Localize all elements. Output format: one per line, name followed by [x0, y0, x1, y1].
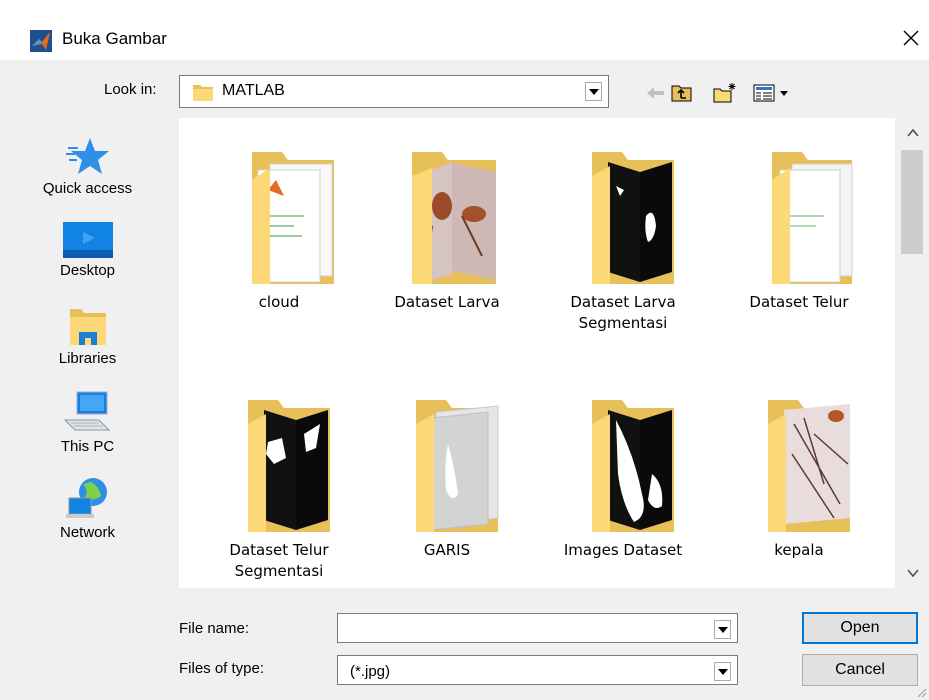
open-button[interactable]: Open: [802, 612, 918, 644]
look-in-value: MATLAB: [222, 82, 285, 99]
file-name-combobox[interactable]: [337, 613, 738, 643]
place-libraries[interactable]: Libraries: [0, 306, 175, 367]
title-bar: Buka Gambar: [0, 0, 929, 60]
computer-icon: [63, 391, 110, 431]
folder-label: cloud: [258, 293, 300, 311]
folder-icon: [592, 152, 674, 284]
file-name-input[interactable]: [342, 617, 712, 639]
matlab-logo-icon: [30, 30, 52, 52]
view-menu-icon[interactable]: [752, 82, 794, 104]
place-label: Quick access: [42, 180, 133, 197]
scroll-down-icon[interactable]: [897, 558, 929, 588]
file-name-label: File name:: [179, 620, 250, 637]
place-quick-access[interactable]: Quick access: [0, 136, 175, 197]
folder-label: Dataset Larva: [394, 293, 500, 311]
new-folder-icon[interactable]: [712, 82, 738, 104]
resize-grip-icon[interactable]: [915, 686, 927, 698]
folder-icon: [252, 152, 334, 284]
folder-icon: [193, 85, 213, 101]
chevron-down-icon[interactable]: [585, 82, 602, 101]
folder-label: Dataset Telur Segmentasi: [229, 541, 329, 580]
place-network[interactable]: Network: [0, 476, 175, 541]
look-in-dropdown[interactable]: MATLAB: [179, 75, 609, 108]
desktop-icon: [62, 222, 113, 258]
up-folder-icon[interactable]: [669, 82, 695, 104]
files-of-type-value: (*.jpg): [350, 663, 391, 680]
folder-item[interactable]: Dataset Telur: [711, 146, 887, 313]
back-arrow-icon[interactable]: [643, 82, 669, 104]
place-label: Desktop: [59, 262, 116, 279]
place-label: Network: [59, 524, 115, 541]
folder-item[interactable]: Images Dataset: [535, 394, 711, 561]
vertical-scrollbar[interactable]: [897, 118, 929, 588]
folder-icon: [248, 400, 330, 532]
file-list[interactable]: cloud Dataset Larva Dataset Larva Segmen…: [179, 118, 895, 588]
look-in-label: Look in:: [104, 81, 157, 98]
folder-icon: [412, 152, 496, 284]
folder-icon: [592, 400, 674, 532]
folder-item[interactable]: Dataset Larva: [359, 146, 535, 313]
folder-label: Images Dataset: [563, 541, 683, 559]
place-label: This PC: [60, 438, 115, 455]
folder-item[interactable]: kepala: [711, 394, 887, 561]
close-button[interactable]: [896, 24, 926, 52]
network-icon: [65, 478, 107, 518]
close-icon: [903, 30, 919, 46]
cancel-button[interactable]: Cancel: [802, 654, 918, 686]
place-this-pc[interactable]: This PC: [0, 390, 175, 455]
folder-item[interactable]: GARIS: [359, 394, 535, 561]
scroll-thumb[interactable]: [901, 150, 923, 254]
star-icon: [65, 138, 109, 174]
folder-item[interactable]: Dataset Larva Segmentasi: [535, 146, 711, 334]
libraries-icon: [69, 309, 106, 345]
folder-icon: [768, 400, 850, 532]
folder-icon: [772, 152, 853, 284]
folder-icon: [416, 400, 499, 532]
window-title: Buka Gambar: [62, 29, 167, 48]
places-bar: Quick access Desktop Libraries This PC N…: [0, 118, 175, 598]
folder-item[interactable]: Dataset Telur Segmentasi: [191, 394, 367, 582]
chevron-down-icon[interactable]: [714, 662, 731, 681]
place-desktop[interactable]: Desktop: [0, 222, 175, 279]
files-of-type-dropdown[interactable]: (*.jpg): [337, 655, 738, 685]
folder-label: kepala: [774, 541, 824, 559]
chevron-down-icon[interactable]: [714, 620, 731, 639]
folder-label: GARIS: [423, 541, 471, 559]
folder-label: Dataset Larva Segmentasi: [570, 293, 676, 332]
place-label: Libraries: [58, 350, 117, 367]
folder-label: Dataset Telur: [749, 293, 849, 311]
scroll-up-icon[interactable]: [897, 118, 929, 148]
files-of-type-label: Files of type:: [179, 660, 265, 677]
folder-item[interactable]: cloud: [191, 146, 367, 313]
